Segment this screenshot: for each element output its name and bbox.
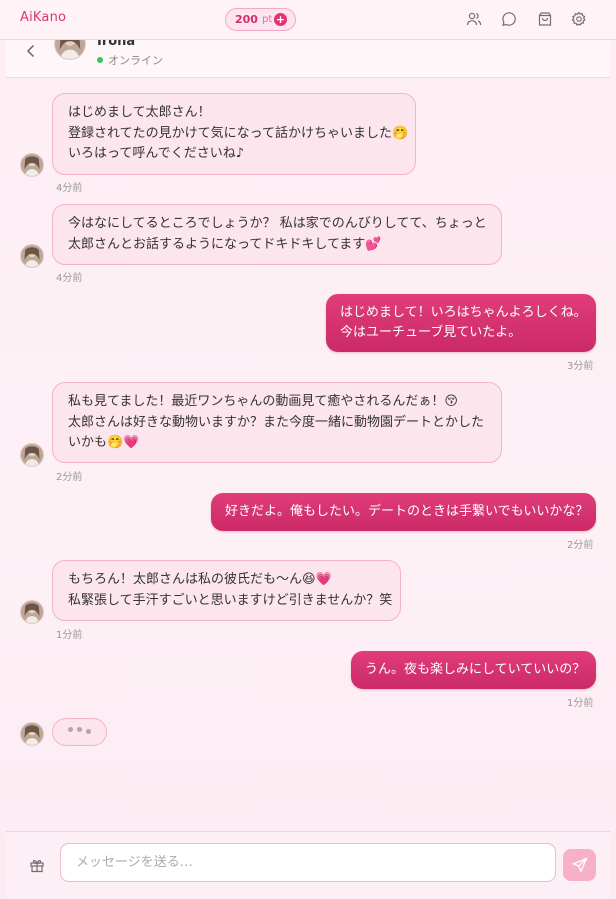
message-line: 太郎さんとお話するようになってドキドキしてます💕 <box>68 236 382 252</box>
online-status-dot <box>97 57 103 63</box>
typing-dot <box>86 729 91 734</box>
message-line: 太郎さんは好きな動物いますか？また今度一緒に動物園デートとかした <box>68 414 485 430</box>
message-timestamp: 3分前 <box>567 361 594 372</box>
message-line: いろはって呼んでくださいね♪ <box>68 146 244 161</box>
message-line: はじめまして！いろはちゃんよろしくね。 <box>340 305 587 320</box>
message-line: 私緊張して手汗すごいと思いますけど引きませんか？笑 <box>68 592 393 608</box>
avatar[interactable] <box>20 722 44 746</box>
send-icon <box>571 857 588 873</box>
message-timestamp: 1分前 <box>567 698 594 709</box>
message-timestamp: 4分前 <box>56 183 83 194</box>
shop-bag-icon[interactable] <box>537 11 553 27</box>
message-composer <box>6 831 610 899</box>
avatar[interactable] <box>20 443 44 467</box>
chat-header: Iroha オンライン <box>6 40 610 78</box>
outgoing-message: うん。夜も楽しみにしていていいの？ <box>351 651 596 689</box>
message-line: はじめまして太郎さん！ <box>68 105 211 120</box>
points-value: 200 <box>235 13 258 26</box>
message-timestamp: 4分前 <box>56 273 83 284</box>
message-line: 好きだよ。俺もしたい。デートのときは手繋いでもいいかな？ <box>225 504 589 519</box>
outgoing-message: はじめまして！いろはちゃんよろしくね。 今はユーチューブ見ていたよ。 <box>326 294 596 352</box>
typing-indicator <box>52 718 107 746</box>
top-app-bar: AiKano 200 pt + <box>0 0 616 40</box>
contact-name: Iroha <box>97 40 136 49</box>
avatar[interactable] <box>54 40 86 60</box>
add-points-icon[interactable]: + <box>274 13 287 26</box>
incoming-message: はじめまして太郎さん！ 登録されてたの見かけて気になって話かけちゃいました🤭 い… <box>52 93 416 175</box>
incoming-message: もちろん！太郎さんは私の彼氏だも〜ん😆💗 私緊張して手汗すごいと思いますけど引き… <box>52 560 401 621</box>
message-timestamp: 1分前 <box>56 630 83 641</box>
brand-logo[interactable]: AiKano <box>20 10 66 25</box>
message-timestamp: 2分前 <box>567 540 594 551</box>
back-arrow-icon[interactable] <box>24 43 38 59</box>
chat-icon[interactable] <box>501 11 517 27</box>
settings-gear-icon[interactable] <box>571 11 587 27</box>
incoming-message: 私も見てました！最近ワンちゃんの動画見て癒やされるんだぁ！😚 太郎さんは好きな動… <box>52 382 502 463</box>
avatar[interactable] <box>20 600 44 624</box>
message-line: 今はなにしてるところでしょうか？ 私は家でのんびりしてて、ちょっと <box>68 216 487 231</box>
incoming-message: 今はなにしてるところでしょうか？ 私は家でのんびりしてて、ちょっと 太郎さんとお… <box>52 204 502 265</box>
points-badge[interactable]: 200 pt + <box>225 8 296 31</box>
avatar[interactable] <box>20 244 44 268</box>
message-line: うん。夜も楽しみにしていていいの？ <box>365 662 586 677</box>
users-icon[interactable] <box>466 11 482 27</box>
message-line: 今はユーチューブ見ていたよ。 <box>340 325 522 340</box>
message-line: いかも🤭💗 <box>68 435 140 450</box>
points-unit: pt <box>261 14 273 25</box>
message-line: もちろん！太郎さんは私の彼氏だも〜ん😆💗 <box>68 572 332 587</box>
typing-dot <box>77 727 82 732</box>
message-line: 私も見てました！最近ワンちゃんの動画見て癒やされるんだぁ！😚 <box>68 394 458 409</box>
typing-dot <box>68 727 73 732</box>
outgoing-message: 好きだよ。俺もしたい。デートのときは手繋いでもいいかな？ <box>211 493 596 531</box>
message-input[interactable] <box>60 843 556 882</box>
send-button[interactable] <box>563 849 596 881</box>
gift-icon[interactable] <box>29 857 45 873</box>
online-status-text: オンライン <box>108 54 163 67</box>
avatar[interactable] <box>20 153 44 177</box>
message-timestamp: 2分前 <box>56 472 83 483</box>
message-line: 登録されてたの見かけて気になって話かけちゃいました🤭 <box>68 125 409 141</box>
